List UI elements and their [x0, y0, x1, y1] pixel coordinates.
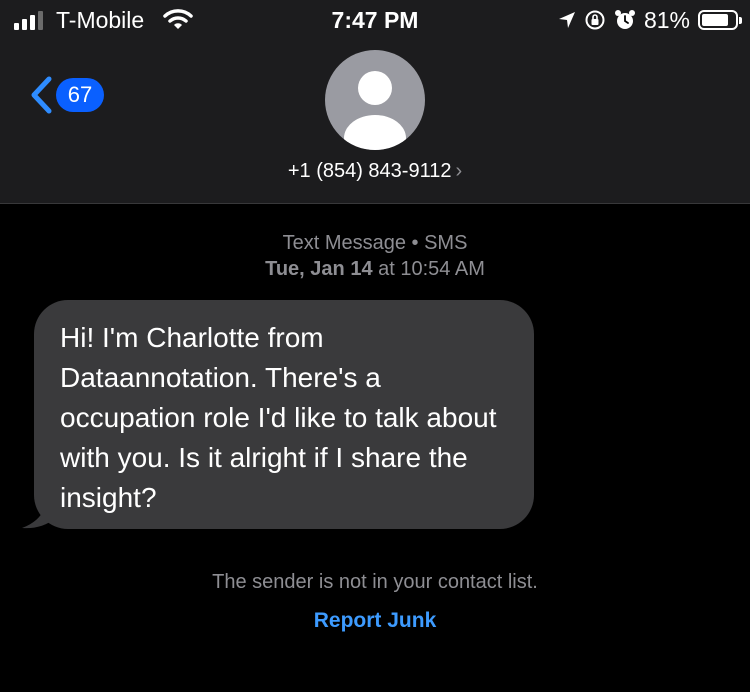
report-junk-link[interactable]: Report Junk: [0, 609, 750, 633]
service-label: Text Message • SMS: [282, 232, 468, 254]
status-bar: T-Mobile 7:47 PM 81%: [0, 0, 750, 40]
battery-percent: 81%: [643, 6, 690, 33]
message-date: Tue, Jan 14: [265, 258, 373, 280]
message-timestamp: Tue, Jan 14 at 10:54 AM: [0, 256, 750, 282]
contact-phone-number: +1 (854) 843-9112: [287, 160, 452, 182]
person-silhouette-icon: [344, 71, 406, 150]
alarm-clock-icon: [614, 10, 635, 29]
chevron-right-icon: ›: [455, 160, 463, 182]
message-text: Hi! I'm Charlotte from Dataannotation. T…: [60, 322, 497, 513]
contact-name-button[interactable]: +1 (854) 843-9112 ›: [0, 160, 750, 183]
orientation-lock-icon: [585, 10, 605, 30]
unread-count-badge: 67: [56, 78, 104, 112]
unknown-sender-notice: The sender is not in your contact list.: [212, 571, 538, 593]
incoming-message-bubble[interactable]: Hi! I'm Charlotte from Dataannotation. T…: [34, 300, 534, 529]
battery-icon: [698, 10, 742, 30]
message-meta: Text Message • SMS Tue, Jan 14 at 10:54 …: [0, 230, 750, 282]
status-right-group: 81%: [558, 6, 742, 34]
location-arrow-icon: [558, 12, 575, 28]
battery-fill: [702, 14, 728, 26]
back-button[interactable]: 67: [30, 76, 104, 114]
contact-avatar[interactable]: [325, 50, 425, 150]
chevron-left-icon: [31, 76, 52, 114]
message-time: 10:54 AM: [400, 258, 485, 280]
conversation-header: T-Mobile 7:47 PM 81% 67 +1 (854) 843-911…: [0, 0, 750, 204]
timestamp-at: at: [378, 258, 395, 280]
